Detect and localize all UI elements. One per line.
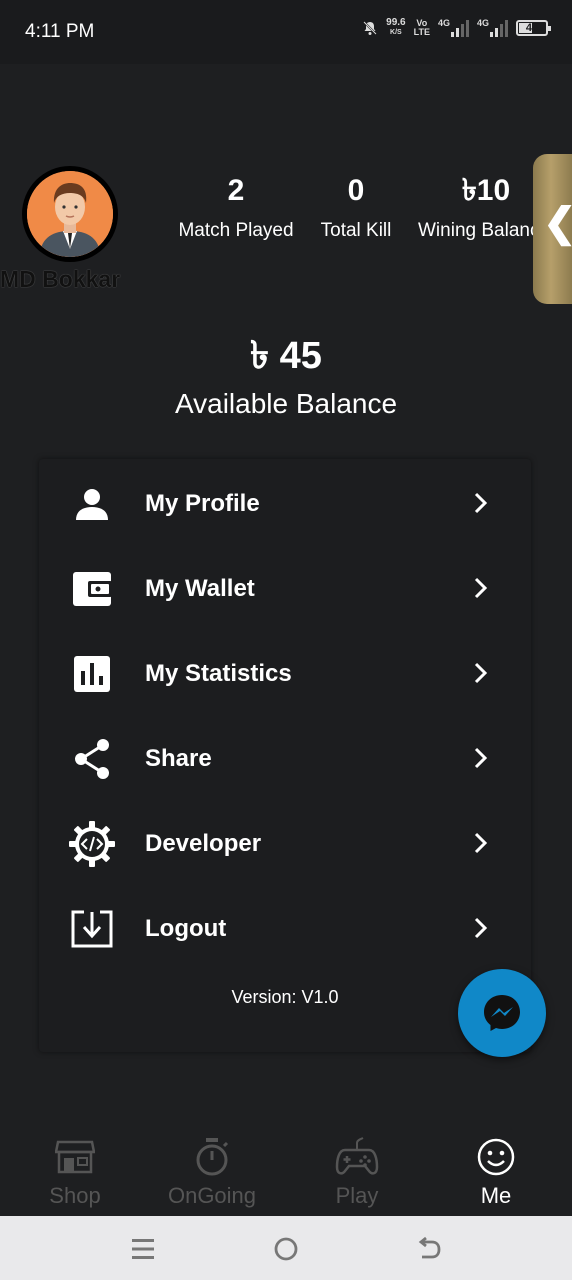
- menu-item-label: My Wallet: [145, 575, 255, 602]
- stopwatch-icon: [152, 1137, 272, 1177]
- menu-item-label: Share: [145, 745, 212, 772]
- nav-label: OnGoing: [167, 1183, 257, 1208]
- messenger-fab-button[interactable]: [458, 969, 546, 1057]
- stat-label: Total Kill: [320, 220, 392, 241]
- battery-icon: 48: [516, 20, 551, 36]
- balance-amount: ৳ 45: [250, 335, 322, 377]
- username: MD Bokkar: [0, 266, 121, 292]
- net-speed-unit: K/S: [390, 29, 402, 36]
- menu-item-my-wallet[interactable]: My Wallet: [39, 553, 531, 623]
- chevron-right-icon: [474, 832, 488, 854]
- developer-gear-icon: [67, 821, 117, 867]
- menu-item-logout[interactable]: Logout: [39, 893, 531, 963]
- status-bar: 4:11 PM 99.6 K/S Vo LTE 4G 4G 48: [0, 0, 572, 64]
- bar-chart-icon: [67, 652, 117, 696]
- balance-label: Available Balance: [174, 388, 398, 419]
- status-time: 4:11 PM: [25, 21, 95, 42]
- gamepad-icon: [297, 1137, 417, 1177]
- sim2-label: 4G: [476, 18, 489, 28]
- version-text: Version: V1.0: [231, 987, 339, 1007]
- bottom-nav: Shop OnGoing Play Me: [0, 1125, 572, 1215]
- menu-item-label: Logout: [145, 915, 227, 942]
- person-icon: [67, 482, 117, 526]
- system-nav-bar: [0, 1216, 572, 1280]
- balance-section: ৳ 45 Available Balance: [0, 334, 572, 420]
- share-icon: [67, 737, 117, 781]
- chevron-right-icon: [474, 577, 488, 599]
- menu-item-label: Developer: [145, 830, 262, 857]
- sim2-signal-icon: [490, 19, 508, 37]
- net-speed-value: 99.6: [386, 17, 406, 28]
- stat-total-kill: 0 Total Kill: [316, 172, 396, 242]
- smiley-icon: [436, 1137, 556, 1177]
- nav-item-play[interactable]: Play: [297, 1137, 417, 1209]
- menu-card: My Profile My Wallet My Statistics Share: [39, 459, 531, 1052]
- menu-item-label: My Profile: [145, 490, 260, 517]
- messenger-icon: [484, 995, 520, 1031]
- menu-item-my-profile[interactable]: My Profile: [39, 468, 531, 538]
- chevron-right-icon: [474, 492, 488, 514]
- avatar-image: [27, 171, 113, 257]
- menu-item-developer[interactable]: Developer: [39, 808, 531, 878]
- wallet-icon: [67, 567, 117, 611]
- net-speed: 99.6 K/S: [386, 18, 405, 38]
- nav-item-me[interactable]: Me: [436, 1137, 556, 1209]
- menu-item-label: My Statistics: [145, 660, 292, 687]
- nav-label: Me: [480, 1183, 512, 1208]
- volte-bottom: LTE: [413, 27, 430, 37]
- nav-label: Shop: [49, 1183, 101, 1208]
- battery-level: 48: [525, 22, 539, 34]
- chevron-right-icon: [474, 917, 488, 939]
- chevron-right-icon: [474, 662, 488, 684]
- stat-value: 0: [347, 174, 365, 207]
- stat-value: 2: [227, 174, 245, 207]
- chevron-left-icon: ❮: [543, 200, 572, 246]
- nav-item-shop[interactable]: Shop: [15, 1137, 135, 1209]
- menu-item-my-statistics[interactable]: My Statistics: [39, 638, 531, 708]
- stat-match-played: 2 Match Played: [176, 172, 296, 242]
- nav-item-ongoing[interactable]: OnGoing: [152, 1137, 272, 1209]
- status-icons: 99.6 K/S Vo LTE 4G 4G 48: [362, 18, 551, 38]
- logout-icon: [67, 907, 117, 951]
- sim2-signal: 4G: [477, 19, 508, 37]
- nav-label: Play: [335, 1183, 379, 1208]
- sim1-label: 4G: [437, 18, 450, 28]
- store-icon: [15, 1137, 135, 1177]
- avatar[interactable]: [22, 166, 118, 262]
- chevron-right-icon: [474, 747, 488, 769]
- sim1-signal-icon: [450, 19, 469, 37]
- menu-icon[interactable]: [128, 1234, 158, 1264]
- volte-indicator: Vo LTE: [414, 19, 430, 37]
- sim1-signal: 4G: [438, 19, 469, 37]
- back-icon[interactable]: [414, 1234, 444, 1264]
- stat-label: Match Played: [178, 220, 294, 241]
- mute-bell-icon: [363, 21, 377, 35]
- home-icon[interactable]: [271, 1234, 301, 1264]
- menu-item-share[interactable]: Share: [39, 723, 531, 793]
- side-drawer-tab[interactable]: ❮: [533, 154, 572, 304]
